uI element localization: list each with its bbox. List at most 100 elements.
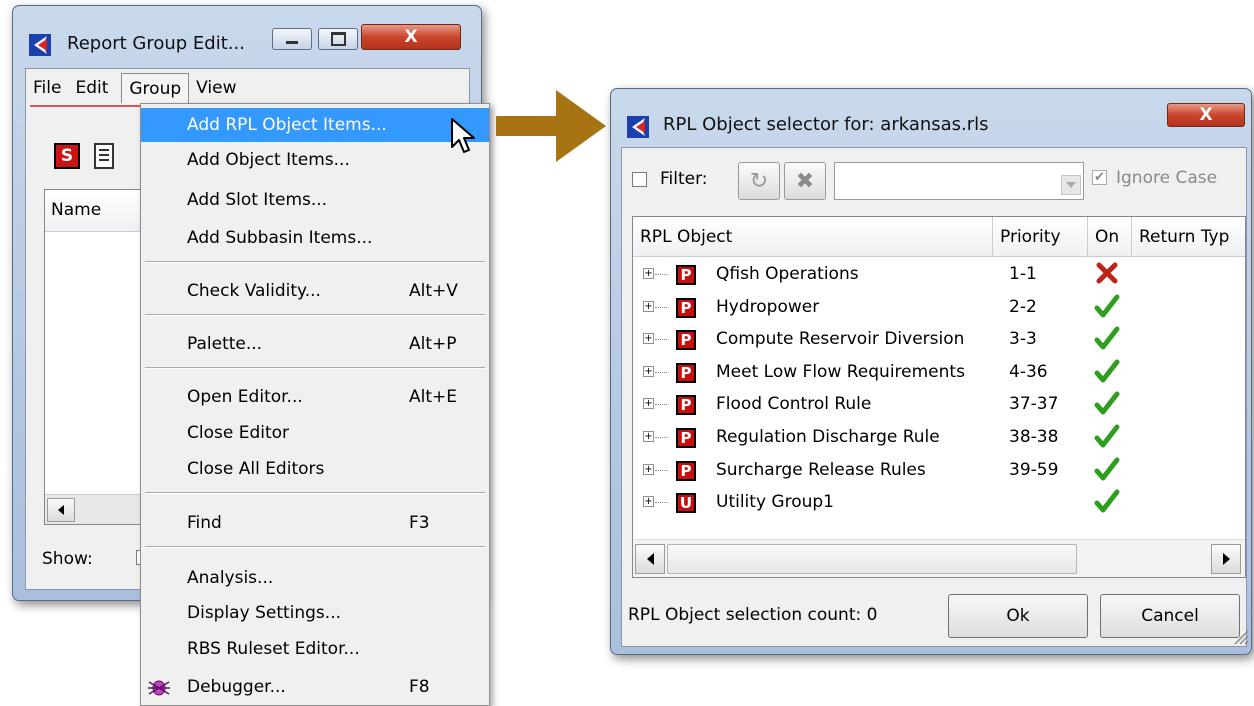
show-label: Show: [42, 549, 93, 569]
filter-label: Filter: [660, 169, 708, 189]
refresh-icon: ↻ [749, 168, 769, 194]
tree-row[interactable]: + P Surcharge Release Rules 39-59 [633, 454, 1245, 487]
mouse-pointer-icon [451, 118, 475, 153]
green-check-icon[interactable] [1094, 323, 1120, 353]
menu-item-add-object-items[interactable]: Add Object Items... [141, 143, 489, 177]
policy-group-icon: P [676, 395, 696, 416]
selector-client: Filter: ↻ ✖ ✔ Ignore Case RPL Object Pri… [621, 147, 1247, 647]
priority-value: 39-59 [1009, 459, 1059, 480]
scroll-left-button[interactable] [47, 498, 75, 522]
slot-icon-button[interactable]: S [54, 143, 80, 169]
policy-group-icon: P [676, 265, 696, 285]
column-name[interactable]: Name [51, 200, 101, 220]
shortcut-label: F8 [409, 677, 430, 697]
menu-item-find[interactable]: Find F3 [141, 506, 489, 540]
expand-icon[interactable]: + [643, 365, 654, 377]
green-check-icon[interactable] [1094, 356, 1120, 386]
refresh-button[interactable]: ↻ [738, 162, 780, 200]
green-check-icon[interactable] [1094, 486, 1120, 516]
ignore-case-label: Ignore Case [1116, 168, 1218, 188]
close-button[interactable]: X [1167, 103, 1245, 127]
menu-item-add-slot-items[interactable]: Add Slot Items... [141, 183, 489, 217]
horizontal-scrollbar[interactable] [633, 539, 1245, 577]
expand-icon[interactable]: + [643, 496, 654, 508]
menu-item-display-settings[interactable]: Display Settings... [141, 596, 489, 630]
menu-item-add-rpl-object-items[interactable]: Add RPL Object Items... [141, 108, 489, 142]
toolbar: S [54, 139, 134, 175]
cancel-button[interactable]: Cancel [1100, 594, 1240, 638]
menu-edit[interactable]: Edit [68, 73, 115, 103]
menu-item-analysis[interactable]: Analysis... [141, 561, 489, 595]
rpl-object-name: Hydropower [716, 296, 820, 317]
menu-item-add-subbasin-items[interactable]: Add Subbasin Items... [141, 221, 489, 255]
tree-row[interactable]: + P Qfish Operations 1-1 [633, 258, 1245, 291]
menu-item-palette[interactable]: Palette... Alt+P [141, 327, 489, 361]
rpl-object-name: Regulation Discharge Rule [716, 427, 940, 447]
green-check-icon[interactable] [1094, 388, 1120, 418]
title-bar[interactable]: Report Group Edit... X [13, 6, 483, 66]
tree-row[interactable]: + P Meet Low Flow Requirements 4-36 [633, 356, 1245, 389]
expand-icon[interactable]: + [643, 268, 654, 279]
resize-grip-icon[interactable] [1231, 627, 1249, 645]
menu-group[interactable]: Group [121, 73, 190, 103]
expand-icon[interactable]: + [643, 398, 654, 410]
menu-item-rbs-ruleset-editor[interactable]: RBS Ruleset Editor... [141, 632, 489, 666]
tree-row[interactable]: + P Hydropower 2-2 [633, 291, 1245, 324]
menu-item-debugger[interactable]: Debugger... F8 [141, 670, 489, 704]
expand-icon[interactable]: + [643, 431, 654, 442]
menu-item-close-all-editors[interactable]: Close All Editors [141, 452, 489, 486]
clear-filter-icon: ✖ [795, 168, 815, 194]
column-priority[interactable]: Priority [993, 217, 1088, 257]
window-title: RPL Object selector for: arkansas.rls [663, 114, 989, 135]
tree-row[interactable]: + P Compute Reservoir Diversion 3-3 [633, 323, 1245, 356]
close-icon: X [1199, 105, 1213, 125]
tree-row[interactable]: + P Flood Control Rule 37-37 [633, 388, 1245, 421]
document-icon-button[interactable] [94, 143, 114, 169]
filter-input[interactable] [834, 162, 1084, 200]
rpl-object-list[interactable]: RPL Object Priority On Return Typ + P Qfis… [632, 216, 1246, 578]
clear-filter-button[interactable]: ✖ [784, 162, 826, 200]
menu-separator [145, 546, 485, 548]
tree-connector [655, 371, 667, 373]
filter-checkbox[interactable] [632, 172, 647, 187]
scroll-right-button[interactable] [1211, 544, 1241, 574]
scroll-thumb[interactable] [667, 544, 1077, 574]
menu-file[interactable]: File [26, 73, 68, 103]
close-button[interactable]: X [361, 24, 461, 50]
column-rpl-object[interactable]: RPL Object [633, 217, 993, 257]
expand-icon[interactable]: + [643, 300, 654, 312]
menu-item-close-editor[interactable]: Close Editor [141, 416, 489, 450]
title-bar[interactable]: RPL Object selector for: arkansas.rls X [611, 89, 1253, 149]
expand-icon[interactable]: + [643, 333, 654, 345]
menu-separator [145, 314, 485, 316]
rpl-object-selector-window: RPL Object selector for: arkansas.rls X … [610, 88, 1252, 655]
expand-icon[interactable]: + [643, 463, 654, 475]
tree-row[interactable]: + P Regulation Discharge Rule 38-38 [633, 421, 1245, 454]
tree-connector [655, 306, 667, 308]
scroll-left-button[interactable] [635, 544, 665, 574]
menu-item-check-validity[interactable]: Check Validity... Alt+V [141, 274, 489, 308]
column-return-type[interactable]: Return Typ [1132, 217, 1245, 257]
policy-group-icon: P [676, 297, 696, 318]
rpl-object-name: Compute Reservoir Diversion [716, 329, 965, 350]
green-check-icon[interactable] [1094, 454, 1120, 484]
menu-separator [145, 261, 485, 263]
menu-separator [145, 492, 485, 494]
minimize-button[interactable] [272, 28, 312, 50]
menu-separator [145, 367, 485, 369]
green-check-icon[interactable] [1094, 291, 1120, 321]
maximize-button[interactable] [318, 28, 358, 50]
tree-row[interactable]: + U Utility Group1 [633, 486, 1245, 519]
red-x-icon[interactable] [1094, 258, 1120, 288]
menu-view[interactable]: View [189, 73, 243, 103]
shortcut-label: F3 [409, 513, 430, 533]
green-check-icon[interactable] [1094, 421, 1120, 451]
column-on[interactable]: On [1088, 217, 1132, 257]
tree-connector [655, 339, 667, 341]
ok-button[interactable]: Ok [948, 594, 1088, 638]
shortcut-label: Alt+V [409, 281, 458, 301]
filter-dropdown-button[interactable] [1061, 175, 1081, 195]
document-icon [99, 149, 109, 151]
ignore-case-checkbox[interactable]: ✔ [1092, 170, 1107, 185]
menu-item-open-editor[interactable]: Open Editor... Alt+E [141, 380, 489, 414]
